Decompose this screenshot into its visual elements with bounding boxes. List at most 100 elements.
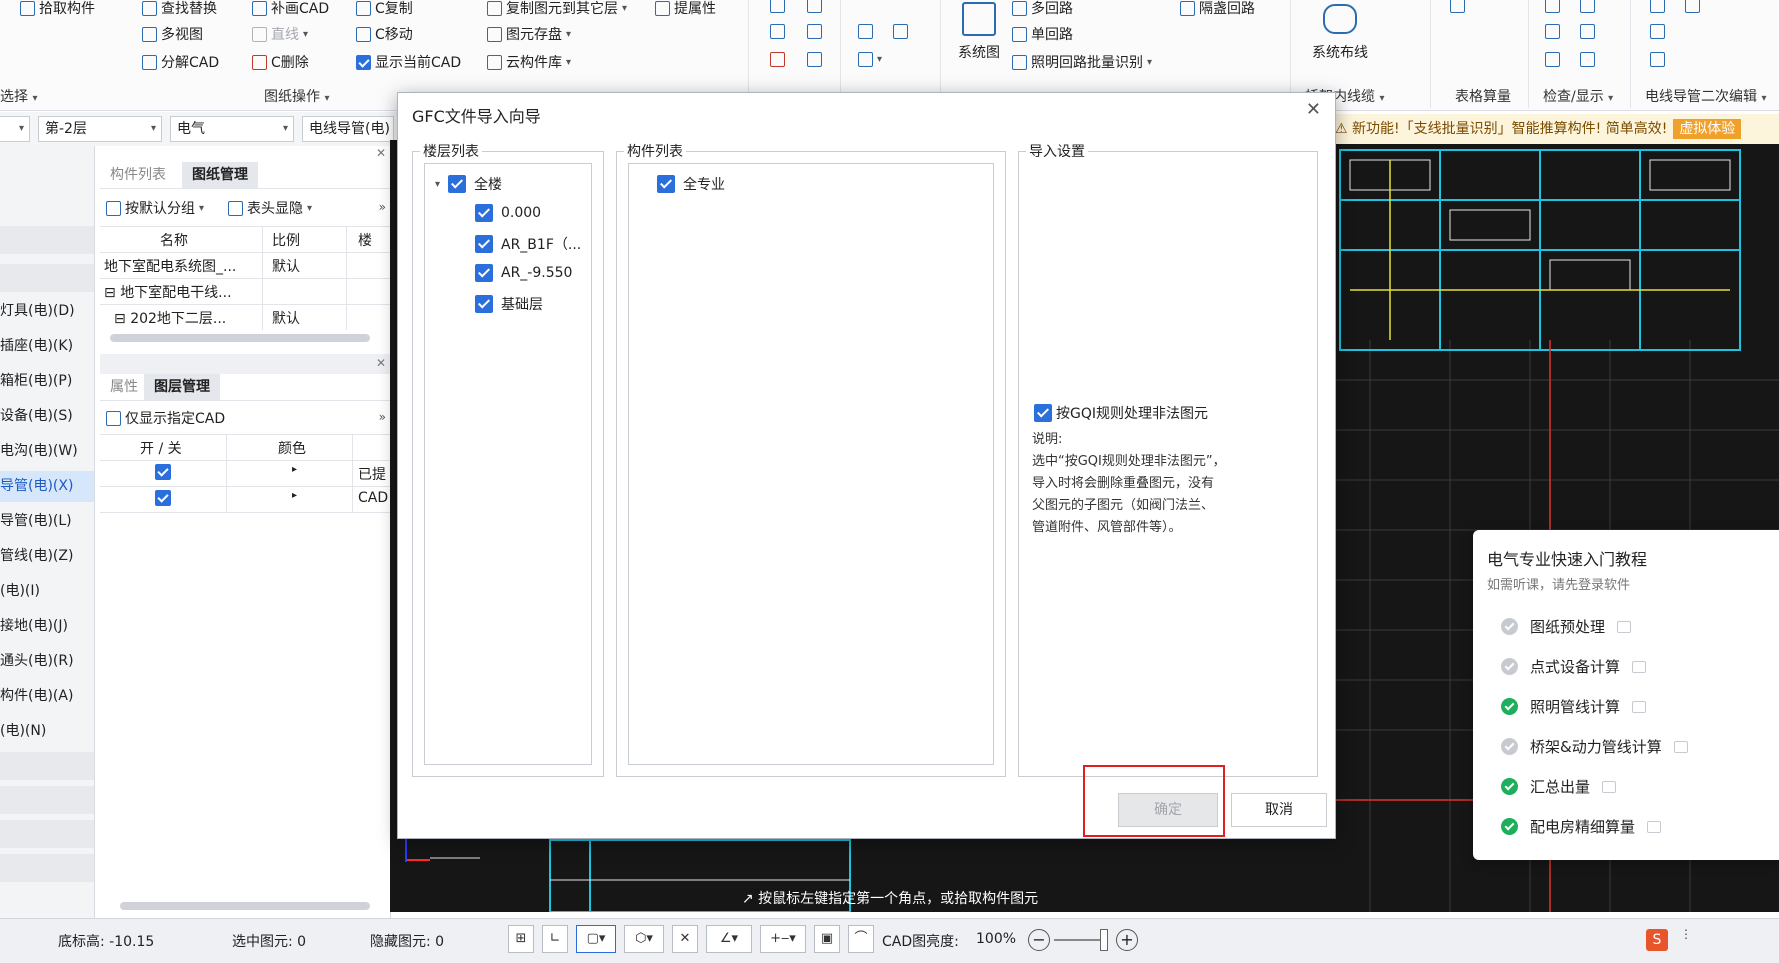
show-specified-cad-button[interactable]: 仅显示指定CAD <box>106 408 225 428</box>
color-dropdown-icon[interactable]: ▸ <box>292 464 297 475</box>
zoom-out-icon[interactable]: − <box>1028 929 1050 951</box>
zoom-in-icon[interactable]: + <box>1116 929 1138 951</box>
multi-circuit-button[interactable]: 多回路 <box>1012 0 1073 18</box>
group-check-display[interactable]: 检查/显示 ▾ <box>1543 86 1613 106</box>
component-root-node[interactable]: 全专业 <box>657 174 725 194</box>
discipline-select[interactable]: 电气 ▾ <box>170 116 294 142</box>
list-item[interactable]: 插座(电)(K) <box>0 331 94 362</box>
layer-visible-checkbox[interactable] <box>155 490 171 506</box>
draw-cad-button[interactable]: 补画CAD <box>252 0 329 18</box>
view-3d-button[interactable]: ⬡▾ <box>624 925 664 953</box>
tutorial-item[interactable]: 汇总出量 <box>1501 776 1617 797</box>
cross-select-button[interactable]: ✕ <box>672 925 698 953</box>
system-diagram-button[interactable]: 系统图 <box>955 2 1003 72</box>
rotate-tool[interactable] <box>770 0 822 13</box>
close-icon[interactable]: ✕ <box>1306 99 1321 120</box>
table-row[interactable]: 地下室配电系统图_... <box>104 256 262 276</box>
feature-notice[interactable]: ⚠ 新功能!「支线批量识别」智能推算构件! 简单高效! 虚拟体验 <box>1335 114 1779 144</box>
component-type-select[interactable]: 电线导管(电) <box>302 116 394 142</box>
group-drawing-ops[interactable]: 图纸操作 ▾ <box>264 86 329 106</box>
floor-item[interactable]: AR_B1F（... <box>475 234 581 254</box>
grid-snap-button[interactable]: ⊞ <box>508 925 534 953</box>
checkbox-checked-icon[interactable] <box>448 175 467 193</box>
pick-component-button[interactable]: 拾取构件 <box>20 0 95 18</box>
tab-layer-management[interactable]: 图层管理 <box>144 374 220 400</box>
tutorial-item[interactable]: 图纸预处理 <box>1501 616 1632 637</box>
floor-item[interactable]: 基础层 <box>475 294 543 314</box>
system-routing-button[interactable]: 系统布线 <box>1300 4 1380 64</box>
brightness-slider-handle[interactable] <box>1100 929 1108 951</box>
horizontal-scrollbar[interactable] <box>120 902 370 910</box>
group-table-calc[interactable]: 表格算量 <box>1455 86 1511 106</box>
floor-item[interactable]: AR_-9.550 <box>475 264 572 282</box>
table-row[interactable]: ⊟ 地下室配电干线... <box>104 282 264 302</box>
header-toggle-button[interactable]: 表头显隐 ▾ <box>228 198 312 218</box>
gqi-rule-checkbox[interactable]: 按GQI规则处理非法图元 <box>1034 403 1208 423</box>
input-method-icon[interactable]: S <box>1646 929 1668 951</box>
floor-select[interactable]: 第-2层 ▾ <box>38 116 162 142</box>
display-button[interactable]: ▣ <box>814 925 840 953</box>
single-circuit-button[interactable]: 单回路 <box>1012 24 1073 44</box>
layer-visible-checkbox[interactable] <box>155 464 171 480</box>
more-icon[interactable]: » <box>379 410 386 424</box>
lighting-batch-button[interactable]: 照明回路批量识别 ▾ <box>1012 52 1152 72</box>
edit-tool-1[interactable] <box>1650 0 1700 13</box>
tutorial-item[interactable]: 桥架&动力管线计算 <box>1501 736 1688 757</box>
alt-circuit-button[interactable]: 隔盏回路 <box>1180 0 1255 18</box>
color-dropdown-icon[interactable]: ▸ <box>292 490 297 501</box>
checkbox-checked-icon[interactable] <box>475 235 493 253</box>
table-row[interactable]: ⊟ 202地下二层... <box>114 308 262 328</box>
check-tool-1[interactable] <box>1545 0 1595 13</box>
checkbox-checked-icon[interactable] <box>475 295 493 313</box>
multi-view-button[interactable]: 多视图 <box>142 24 203 44</box>
dimension-button[interactable]: +‒▾ <box>760 925 806 953</box>
list-item[interactable]: 管线(电)(Z) <box>0 541 94 572</box>
line-button[interactable]: 直线 ▾ <box>252 24 308 44</box>
table-tool[interactable] <box>1450 0 1465 13</box>
list-item[interactable]: 灯具(电)(D) <box>0 296 94 327</box>
show-current-cad-checkbox[interactable]: 显示当前CAD <box>356 52 461 72</box>
extract-attr-button[interactable]: 提属性 <box>655 0 716 18</box>
list-item[interactable]: 接地(电)(J) <box>0 611 94 642</box>
expand-icon[interactable]: ▾ <box>435 179 440 190</box>
explode-cad-button[interactable]: 分解CAD <box>142 52 219 72</box>
angle-button[interactable]: ∠▾ <box>706 925 752 953</box>
ortho-button[interactable]: ∟ <box>542 925 568 953</box>
check-tool-2[interactable] <box>1545 24 1595 39</box>
tutorial-item[interactable]: 照明管线计算 <box>1501 696 1647 717</box>
list-item-selected[interactable]: 导管(电)(X) <box>0 471 94 502</box>
tab-properties[interactable]: 属性 <box>100 374 148 400</box>
list-item[interactable]: 箱柜(电)(P) <box>0 366 94 397</box>
edit-tool-2[interactable] <box>1650 24 1665 39</box>
checkbox-checked-icon[interactable] <box>657 175 675 193</box>
group-secondary-edit[interactable]: 电线导管二次编辑 ▾ <box>1645 86 1766 106</box>
cloud-library-button[interactable]: 云构件库 ▾ <box>487 52 571 72</box>
horizontal-scrollbar[interactable] <box>110 334 370 342</box>
arc-tool[interactable]: ▾ <box>858 52 882 67</box>
cancel-button[interactable]: 取消 <box>1231 793 1327 827</box>
select-mode-button[interactable]: ▢▾ <box>576 925 616 953</box>
virtual-trial-button[interactable]: 虚拟体验 <box>1673 119 1742 139</box>
view-combo[interactable]: ▾ <box>0 116 30 142</box>
checkbox-checked-icon[interactable] <box>1034 404 1052 422</box>
pipe-tool[interactable] <box>858 24 908 39</box>
list-item[interactable]: (电)(I) <box>0 576 94 607</box>
c-move-button[interactable]: C移动 <box>356 24 413 44</box>
edit-tool-3[interactable] <box>1650 52 1665 67</box>
list-item[interactable]: (电)(N) <box>0 716 94 747</box>
group-select[interactable]: 选择 ▾ <box>0 86 37 106</box>
find-replace-button[interactable]: 查找替换 <box>142 0 217 18</box>
brightness-slider-track[interactable] <box>1054 939 1100 941</box>
list-item[interactable]: 设备(电)(S) <box>0 401 94 432</box>
tab-component-list[interactable]: 构件列表 <box>100 162 176 188</box>
floor-item[interactable]: 0.000 <box>475 204 541 222</box>
tab-drawing-management[interactable]: 图纸管理 <box>182 162 258 188</box>
save-elements-button[interactable]: 图元存盘 ▾ <box>487 24 571 44</box>
tray-icon[interactable]: ⋮ <box>1680 927 1692 941</box>
delete-tool[interactable] <box>770 52 822 67</box>
close-icon[interactable]: ✕ <box>376 146 386 160</box>
tutorial-item[interactable]: 点式设备计算 <box>1501 656 1647 677</box>
more-icon[interactable]: » <box>379 200 386 214</box>
arc-snap-button[interactable]: ⌒ <box>848 925 874 953</box>
floor-root-node[interactable]: ▾ 全楼 <box>435 174 502 194</box>
